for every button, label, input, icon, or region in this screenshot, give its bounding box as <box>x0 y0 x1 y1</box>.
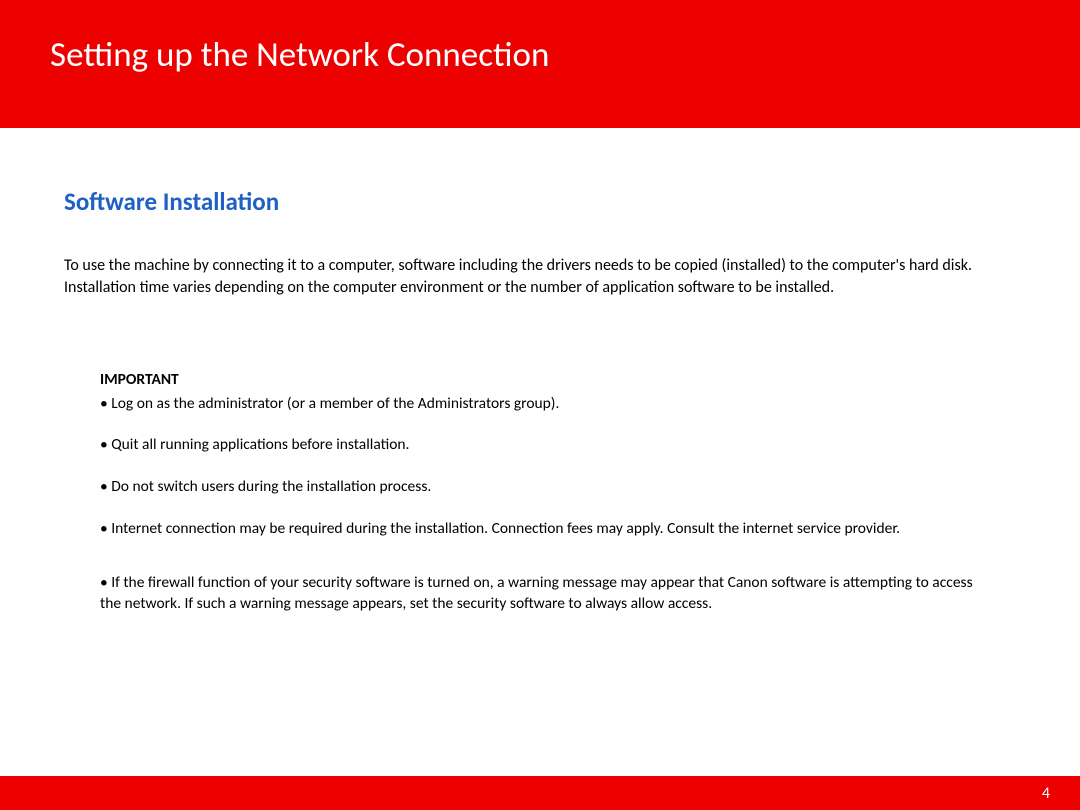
section-heading: Software Installation <box>64 186 1016 217</box>
page-title: Setting up the Network Connection <box>50 34 1030 76</box>
footer-bar: 4 <box>0 776 1080 810</box>
header-bar: Setting up the Network Connection <box>0 0 1080 128</box>
bullet-item: • Log on as the administrator (or a memb… <box>100 393 996 415</box>
page-number: 4 <box>1042 784 1050 803</box>
bullet-item: • If the firewall function of your secur… <box>100 572 996 615</box>
bullet-item: • Internet connection may be required du… <box>100 518 996 540</box>
important-label: IMPORTANT <box>100 370 996 389</box>
content-area: Software Installation To use the machine… <box>0 128 1080 615</box>
important-block: IMPORTANT • Log on as the administrator … <box>64 370 1016 615</box>
intro-paragraph: To use the machine by connecting it to a… <box>64 255 1016 300</box>
bullet-item: • Quit all running applications before i… <box>100 434 996 456</box>
bullet-item: • Do not switch users during the install… <box>100 476 996 498</box>
